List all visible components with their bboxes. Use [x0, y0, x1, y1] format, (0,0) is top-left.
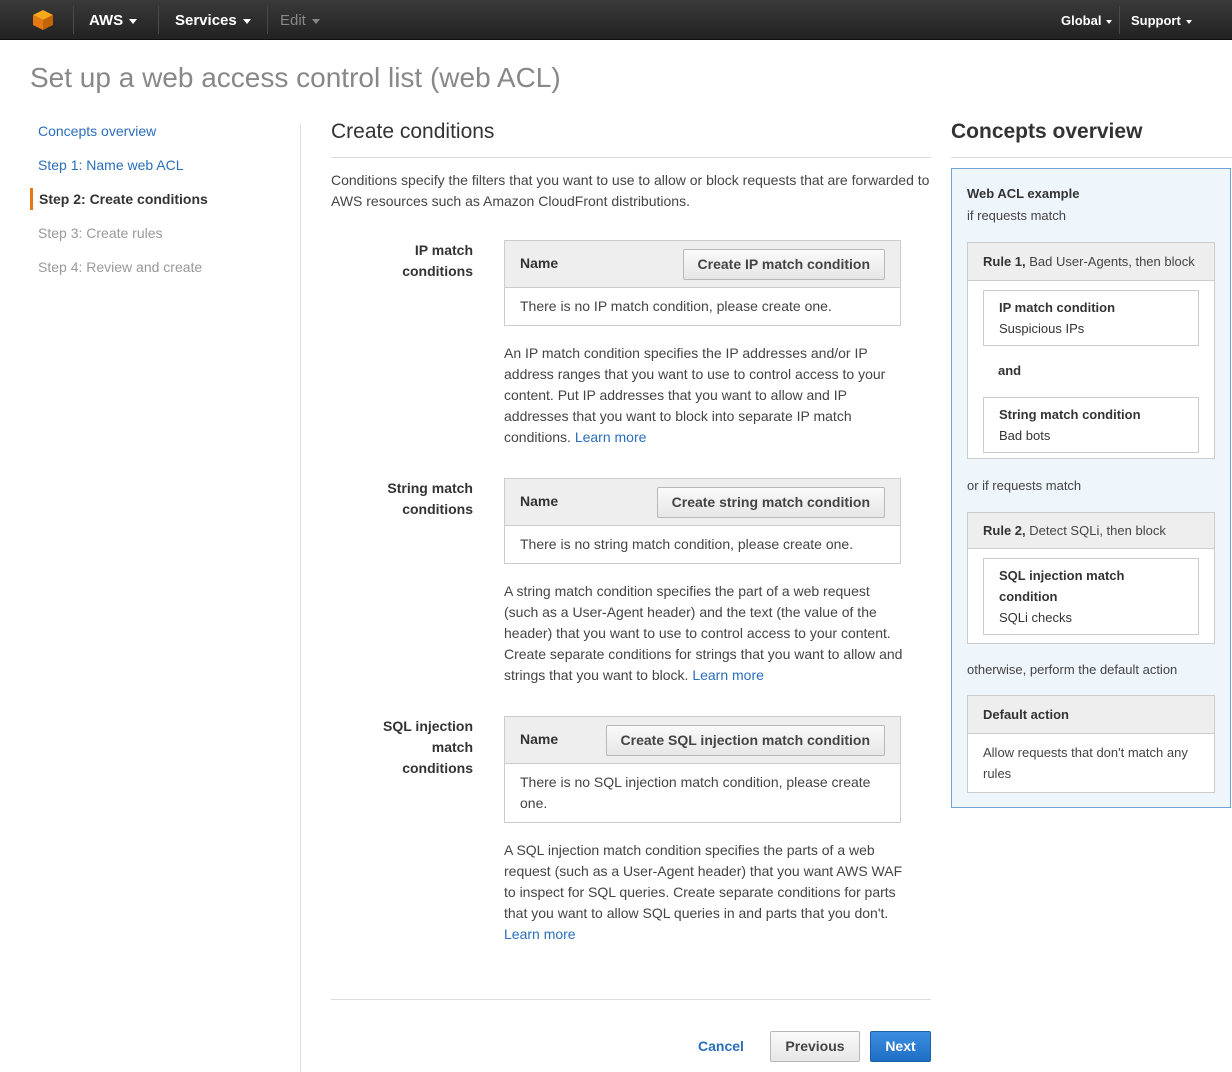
- table-header: Name Create string match condition: [505, 479, 900, 526]
- condition-description: An IP match condition specifies the IP a…: [504, 343, 904, 448]
- rule-number: Rule 1,: [983, 254, 1026, 269]
- aws-cube-logo-icon[interactable]: [32, 9, 54, 31]
- edit-menu-label: Edit: [280, 12, 306, 29]
- condition-value: Suspicious IPs: [999, 321, 1085, 336]
- description-text: An IP match condition specifies the IP a…: [504, 345, 886, 445]
- rule-description: Bad User-Agents, then block: [1029, 254, 1195, 269]
- empty-table-message: There is no string match condition, plea…: [520, 536, 854, 552]
- condition-type: IP match condition: [999, 300, 1116, 315]
- wizard-step-nav: Concepts overview Step 1: Name web ACL S…: [30, 120, 290, 290]
- empty-table-message: There is no IP match condition, please c…: [520, 298, 832, 314]
- main-content: Create conditions Conditions specify the…: [331, 120, 931, 942]
- condition-label-line: match: [431, 739, 473, 755]
- step-review-and-create: Step 4: Review and create: [38, 259, 203, 275]
- condition-label-line: String match: [387, 480, 473, 496]
- create-sql-injection-match-condition-button[interactable]: Create SQL injection match condition: [605, 725, 885, 756]
- if-requests-match-text: if requests match: [967, 208, 1066, 223]
- create-string-match-condition-button[interactable]: Create string match condition: [656, 487, 885, 518]
- string-match-table: Name Create string match condition There…: [504, 478, 901, 564]
- condition-type: String match condition: [999, 407, 1141, 422]
- default-action-text: Allow requests that don't match any rule…: [983, 745, 1188, 781]
- condition-card: IP match condition Suspicious IPs: [983, 290, 1199, 346]
- intro-text: Conditions specify the filters that you …: [331, 172, 930, 209]
- condition-label-line: SQL injection: [383, 718, 473, 734]
- default-action-box: Default action Allow requests that don't…: [967, 695, 1215, 793]
- or-if-requests-match-text: or if requests match: [967, 478, 1082, 493]
- step-create-conditions: Step 2: Create conditions: [30, 188, 290, 210]
- services-menu-label: Services: [175, 12, 237, 29]
- top-navigation-bar: AWS Services Edit Global Support: [0, 0, 1232, 40]
- name-column-header[interactable]: Name: [520, 493, 558, 509]
- chevron-down-icon: [311, 18, 320, 24]
- region-menu[interactable]: Global: [1061, 13, 1113, 28]
- condition-label: IP match conditions: [331, 240, 473, 282]
- edit-menu[interactable]: Edit: [280, 12, 320, 29]
- step-name-web-acl[interactable]: Step 1: Name web ACL: [30, 154, 290, 188]
- aws-menu-label: AWS: [89, 12, 124, 29]
- footer-divider: [331, 999, 931, 1000]
- condition-label: String match conditions: [331, 478, 473, 520]
- section-heading: Create conditions: [331, 120, 931, 158]
- table-header: Name Create IP match condition: [505, 241, 900, 288]
- name-column-header[interactable]: Name: [520, 731, 558, 747]
- condition-label-line: conditions: [402, 760, 473, 776]
- page-title: Set up a web access control list (web AC…: [30, 62, 561, 93]
- learn-more-link[interactable]: Learn more: [504, 926, 576, 942]
- chevron-down-icon: [1185, 19, 1192, 24]
- condition-label: SQL injection match conditions: [331, 716, 473, 779]
- condition-value: Bad bots: [999, 428, 1051, 443]
- rule-2-box: Rule 2, Detect SQLi, then block SQL inje…: [967, 512, 1215, 644]
- nav-divider: [1119, 6, 1120, 34]
- aws-menu[interactable]: AWS: [89, 12, 138, 29]
- otherwise-text: otherwise, perform the default action: [967, 662, 1178, 677]
- condition-value: SQLi checks: [999, 610, 1072, 625]
- step-concepts-overview[interactable]: Concepts overview: [30, 120, 290, 154]
- condition-card: SQL injection match condition SQLi check…: [983, 558, 1199, 635]
- learn-more-link[interactable]: Learn more: [692, 667, 764, 683]
- default-action-title: Default action: [968, 696, 1214, 734]
- description-text: A SQL injection match condition specifie…: [504, 842, 903, 921]
- rule-header: Rule 2, Detect SQLi, then block: [968, 513, 1214, 549]
- nav-divider: [73, 6, 74, 34]
- rule-number: Rule 2,: [983, 523, 1026, 538]
- name-column-header[interactable]: Name: [520, 255, 558, 271]
- support-menu-label: Support: [1131, 13, 1181, 28]
- condition-type: SQL injection match condition: [999, 568, 1125, 604]
- previous-button[interactable]: Previous: [770, 1031, 860, 1062]
- chevron-down-icon: [129, 18, 138, 24]
- rule-description: Detect SQLi, then block: [1029, 523, 1166, 538]
- web-acl-example-title: Web ACL example: [967, 186, 1080, 201]
- region-menu-label: Global: [1061, 13, 1102, 28]
- nav-divider: [267, 6, 268, 34]
- support-menu[interactable]: Support: [1131, 13, 1192, 28]
- chevron-down-icon: [1106, 19, 1113, 24]
- condition-description: A string match condition specifies the p…: [504, 581, 904, 686]
- chevron-down-icon: [242, 18, 251, 24]
- cancel-button[interactable]: Cancel: [690, 1031, 752, 1062]
- create-ip-match-condition-button[interactable]: Create IP match condition: [682, 249, 885, 280]
- ip-match-table: Name Create IP match condition There is …: [504, 240, 901, 326]
- condition-label-line: conditions: [402, 263, 473, 279]
- sidebar-divider: [300, 124, 301, 1072]
- concepts-panel: Web ACL example if requests match Rule 1…: [951, 168, 1231, 808]
- learn-more-link[interactable]: Learn more: [575, 429, 647, 445]
- nav-divider: [158, 6, 159, 34]
- and-connector: and: [998, 363, 1022, 378]
- condition-card: String match condition Bad bots: [983, 397, 1199, 453]
- empty-table-message: There is no SQL injection match conditio…: [520, 774, 871, 811]
- next-button[interactable]: Next: [870, 1031, 931, 1062]
- condition-label-line: conditions: [402, 501, 473, 517]
- sql-injection-match-table: Name Create SQL injection match conditio…: [504, 716, 901, 823]
- condition-label-line: IP match: [414, 242, 473, 258]
- concepts-heading: Concepts overview: [951, 120, 1232, 158]
- services-menu[interactable]: Services: [175, 12, 251, 29]
- rule-1-box: Rule 1, Bad User-Agents, then block IP m…: [967, 242, 1215, 459]
- condition-description: A SQL injection match condition specifie…: [504, 840, 904, 945]
- step-create-rules: Step 3: Create rules: [38, 225, 163, 241]
- rule-header: Rule 1, Bad User-Agents, then block: [968, 243, 1214, 281]
- table-header: Name Create SQL injection match conditio…: [505, 717, 900, 764]
